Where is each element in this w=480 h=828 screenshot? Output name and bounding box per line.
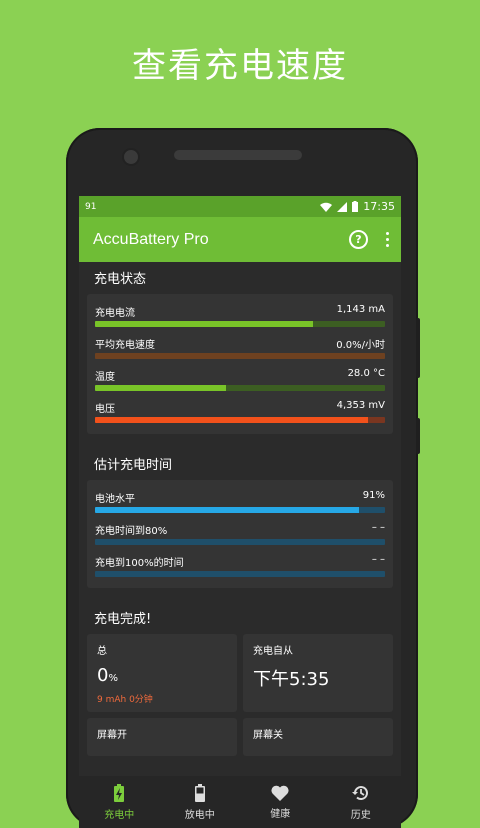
progress-fill <box>95 507 359 513</box>
total-number: 0 <box>97 665 109 686</box>
charge-complete-title: 充电完成! <box>94 612 152 627</box>
phone-frame: 91 17:35 AccuBattery Pro ? 充电状态 充电电流 1,1… <box>66 128 420 828</box>
metric-label: 平均充电速度 <box>95 340 155 351</box>
metric-row: 充电到100%的时间 – – <box>95 552 385 584</box>
signal-icon <box>337 201 348 212</box>
nav-label: 健康 <box>270 808 291 820</box>
estimated-time-card: 电池水平 91% 充电时间到80% – – 充电到100%的时间 – – <box>87 480 393 588</box>
screen-grid: 屏幕开 屏幕关 <box>87 718 393 756</box>
metric-value: – – <box>371 522 385 533</box>
app-bar: AccuBattery Pro ? <box>79 217 401 262</box>
nav-label: 充电中 <box>104 809 135 821</box>
help-icon[interactable]: ? <box>349 230 368 249</box>
status-notification: 91 <box>85 201 97 212</box>
charging-status-card: 充电电流 1,143 mA 平均充电速度 0.0%/小时 温度 28.0 °C … <box>87 294 393 434</box>
volume-button <box>416 318 420 378</box>
charging-status-title: 充电状态 <box>94 272 147 287</box>
metric-row: 充电时间到80% – – <box>95 520 385 552</box>
progress-bar <box>95 507 385 513</box>
progress-fill <box>95 417 368 423</box>
progress-bar <box>95 417 385 423</box>
total-sub: 9 mAh 0分钟 <box>97 695 153 705</box>
nav-health[interactable]: 健康 <box>240 776 321 828</box>
estimated-time-title: 估计充电时间 <box>94 458 173 473</box>
metric-label: 充电电流 <box>95 308 135 319</box>
nav-discharging[interactable]: 放电中 <box>160 776 241 828</box>
nav-label: 历史 <box>350 809 371 821</box>
metric-row: 充电电流 1,143 mA <box>95 302 385 334</box>
wifi-icon <box>320 202 333 212</box>
summary-grid: 总 0% 9 mAh 0分钟 充电自从 下午5:35 <box>87 634 393 712</box>
metric-row: 平均充电速度 0.0%/小时 <box>95 334 385 366</box>
metric-value: 91% <box>362 490 385 501</box>
screen-off-label: 屏幕关 <box>253 730 283 741</box>
heart-icon <box>271 785 289 801</box>
progress-bar <box>95 571 385 577</box>
history-icon <box>351 785 368 800</box>
total-unit: % <box>108 673 118 684</box>
screen-on-tile[interactable]: 屏幕开 <box>87 718 237 756</box>
status-bar: 91 17:35 <box>79 196 401 217</box>
progress-fill <box>95 321 313 327</box>
app-title: AccuBattery Pro <box>93 230 209 248</box>
metric-label: 充电时间到80% <box>95 526 168 537</box>
power-button <box>416 418 420 454</box>
metric-row: 电池水平 91% <box>95 488 385 520</box>
metric-row: 电压 4,353 mV <box>95 398 385 430</box>
metric-value: 1,143 mA <box>336 304 385 315</box>
main-content: 充电状态 充电电流 1,143 mA 平均充电速度 0.0%/小时 温度 28.… <box>79 262 401 756</box>
phone-screen: 91 17:35 AccuBattery Pro ? 充电状态 充电电流 1,1… <box>79 196 401 828</box>
total-tile[interactable]: 总 0% 9 mAh 0分钟 <box>87 634 237 712</box>
screen-on-label: 屏幕开 <box>97 730 127 741</box>
charging-since-tile[interactable]: 充电自从 下午5:35 <box>243 634 393 712</box>
progress-fill <box>95 385 226 391</box>
metric-label: 充电到100%的时间 <box>95 558 184 569</box>
progress-bar <box>95 385 385 391</box>
metric-value: 4,353 mV <box>336 400 385 411</box>
metric-label: 电压 <box>95 404 115 415</box>
more-options-icon[interactable] <box>386 232 389 247</box>
progress-bar <box>95 353 385 359</box>
nav-charging[interactable]: 充电中 <box>79 776 160 828</box>
promo-title: 查看充电速度 <box>132 46 348 86</box>
progress-bar <box>95 321 385 327</box>
total-label: 总 <box>97 646 107 657</box>
screen-off-tile[interactable]: 屏幕关 <box>243 718 393 756</box>
nav-history[interactable]: 历史 <box>321 776 402 828</box>
progress-bar <box>95 539 385 545</box>
metric-value: 0.0%/小时 <box>336 340 385 351</box>
metric-value: 28.0 °C <box>347 368 385 379</box>
battery-discharging-icon <box>194 783 205 802</box>
charging-since-value: 下午5:35 <box>253 669 330 690</box>
charging-since-label: 充电自从 <box>253 646 293 657</box>
total-value: 0% <box>97 665 227 686</box>
battery-icon <box>352 201 359 212</box>
front-camera <box>122 148 140 166</box>
metric-label: 温度 <box>95 372 115 383</box>
battery-charging-icon <box>114 783 125 802</box>
bottom-nav: 充电中 放电中 健康 历史 <box>79 776 401 828</box>
metric-row: 温度 28.0 °C <box>95 366 385 398</box>
status-time: 17:35 <box>363 200 395 213</box>
nav-label: 放电中 <box>184 809 215 821</box>
speaker-grille <box>174 150 302 160</box>
metric-value: – – <box>371 554 385 565</box>
metric-label: 电池水平 <box>95 494 135 505</box>
